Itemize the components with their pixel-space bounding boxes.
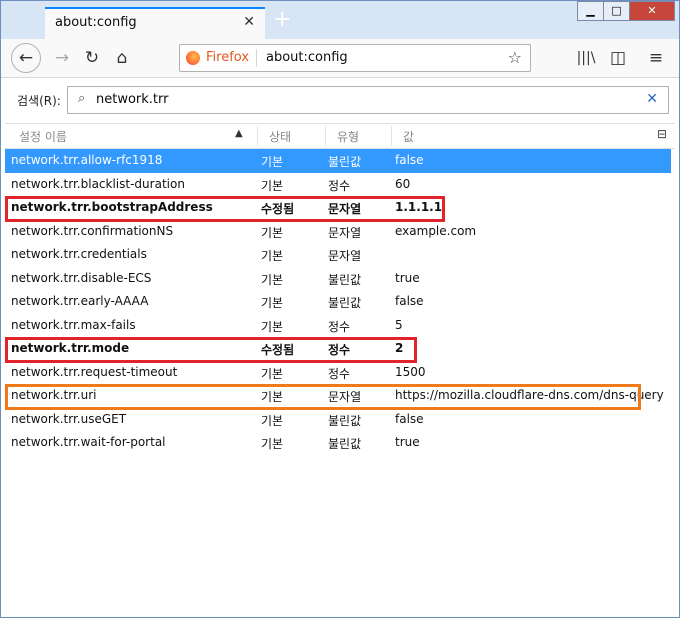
pref-name: network.trr.wait-for-portal: [11, 435, 166, 449]
pref-value: true: [395, 435, 420, 449]
identity-label: Firefox: [206, 50, 250, 65]
nav-bar: ← → ↻ ⌂ Firefox about:config ☆ |||\ ◫ ≡: [1, 39, 679, 78]
pref-name: network.trr.max-fails: [11, 317, 136, 332]
clear-search-icon[interactable]: ✕: [646, 91, 658, 107]
pref-status: 기본: [261, 296, 284, 310]
highlight-box-bootstrap: [5, 196, 445, 222]
pref-name: network.trr.early-AAAA: [11, 294, 149, 308]
pref-status: 기본: [261, 178, 284, 193]
pref-value: false: [395, 153, 424, 167]
pref-name: network.trr.useGET: [11, 411, 127, 426]
pref-value: 5: [395, 317, 403, 332]
column-divider: [325, 126, 326, 146]
table-row[interactable]: network.trr.disable-ECS 기본 불린값 true: [5, 267, 671, 291]
pref-status: 기본: [261, 272, 284, 287]
pref-name: network.trr.request-timeout: [11, 364, 178, 379]
table-row[interactable]: network.trr.request-timeout 기본 정수 1500: [5, 361, 671, 385]
table-row[interactable]: network.trr.credentials 기본 문자열: [5, 243, 671, 267]
pref-value: false: [395, 294, 424, 308]
highlight-box-mode: [5, 337, 417, 363]
search-label: 검색(R):: [17, 94, 61, 108]
pref-name: network.trr.allow-rfc1918: [11, 153, 163, 167]
tab-title: about:config: [55, 15, 137, 30]
pref-status: 기본: [261, 319, 284, 334]
table-row[interactable]: network.trr.allow-rfc1918 기본 불린값 false: [5, 149, 671, 173]
pref-type: 정수: [328, 178, 351, 193]
search-value: network.trr: [96, 92, 169, 107]
pref-name: network.trr.credentials: [11, 247, 147, 261]
column-header-type[interactable]: 유형: [337, 128, 359, 145]
pref-type: 불린값: [328, 296, 362, 310]
table-row[interactable]: network.trr.max-fails 기본 정수 5: [5, 314, 671, 338]
search-input[interactable]: ⌕ network.trr ✕: [67, 86, 669, 114]
pref-status: 기본: [261, 413, 284, 428]
column-header-value[interactable]: 값: [403, 128, 414, 145]
column-header-name[interactable]: 설정 이름: [19, 128, 67, 145]
table-row[interactable]: network.trr.useGET 기본 불린값 false: [5, 408, 671, 432]
pref-type: 불린값: [328, 437, 362, 451]
menu-icon[interactable]: ≡: [643, 46, 669, 70]
pref-status: 기본: [261, 437, 284, 451]
pref-status: 기본: [261, 366, 284, 381]
forward-icon[interactable]: →: [49, 46, 75, 70]
pref-status: 기본: [261, 249, 284, 263]
library-icon[interactable]: |||\: [573, 46, 599, 70]
pref-value: 1500: [395, 364, 426, 379]
table-row[interactable]: network.trr.blacklist-duration 기본 정수 60: [5, 173, 671, 197]
close-button[interactable]: ✕: [629, 1, 675, 21]
new-tab-icon[interactable]: +: [273, 9, 291, 31]
pref-type: 정수: [328, 366, 351, 381]
maximize-button[interactable]: □: [603, 1, 630, 21]
pref-name: network.trr.blacklist-duration: [11, 176, 185, 191]
search-row: 검색(R): ⌕ network.trr ✕: [1, 78, 679, 122]
column-divider: [257, 126, 258, 146]
tab-about-config[interactable]: about:config ✕: [45, 7, 265, 39]
home-icon[interactable]: ⌂: [109, 46, 135, 70]
pref-type: 불린값: [328, 272, 362, 287]
tab-close-icon[interactable]: ✕: [243, 14, 255, 30]
highlight-box-uri: [5, 384, 641, 410]
pref-type: 불린값: [328, 413, 362, 428]
pref-type: 불린값: [328, 155, 362, 169]
url-separator: [256, 49, 257, 67]
search-icon: ⌕: [78, 91, 86, 106]
pref-type: 문자열: [328, 249, 362, 263]
pref-name: network.trr.confirmationNS: [11, 223, 174, 238]
pref-value: 60: [395, 176, 411, 191]
column-divider: [391, 126, 392, 146]
sort-ascending-icon: ▲: [235, 128, 243, 139]
pref-status: 기본: [261, 225, 284, 240]
bookmark-star-icon[interactable]: ☆: [508, 48, 522, 67]
table-header: 설정 이름 ▲ 상태 유형 값: [5, 123, 675, 149]
pref-status: 기본: [261, 155, 284, 169]
url-bar[interactable]: Firefox about:config ☆: [179, 44, 531, 72]
browser-window: about:config ✕ + ▁ □ ✕ ← → ↻ ⌂ Firefox a…: [0, 0, 680, 618]
pref-type: 정수: [328, 319, 351, 334]
pref-value: false: [395, 411, 424, 426]
column-picker-icon[interactable]: ⊟: [657, 127, 667, 141]
table-row[interactable]: network.trr.early-AAAA 기본 불린값 false: [5, 290, 671, 314]
pref-name: network.trr.disable-ECS: [11, 270, 152, 285]
pref-value: true: [395, 270, 420, 285]
pref-type: 문자열: [328, 225, 362, 240]
back-icon[interactable]: ←: [11, 43, 41, 73]
firefox-logo-icon: [186, 51, 200, 65]
table-row[interactable]: network.trr.wait-for-portal 기본 불린값 true: [5, 431, 671, 455]
column-header-status[interactable]: 상태: [269, 128, 291, 145]
sidebar-icon[interactable]: ◫: [605, 46, 631, 70]
reload-icon[interactable]: ↻: [79, 46, 105, 70]
pref-value: example.com: [395, 223, 477, 238]
title-bar: about:config ✕ + ▁ □ ✕: [1, 1, 679, 39]
minimize-button[interactable]: ▁: [577, 1, 604, 21]
table-row[interactable]: network.trr.confirmationNS 기본 문자열 example.c…: [5, 220, 671, 244]
url-text[interactable]: about:config: [266, 50, 348, 65]
